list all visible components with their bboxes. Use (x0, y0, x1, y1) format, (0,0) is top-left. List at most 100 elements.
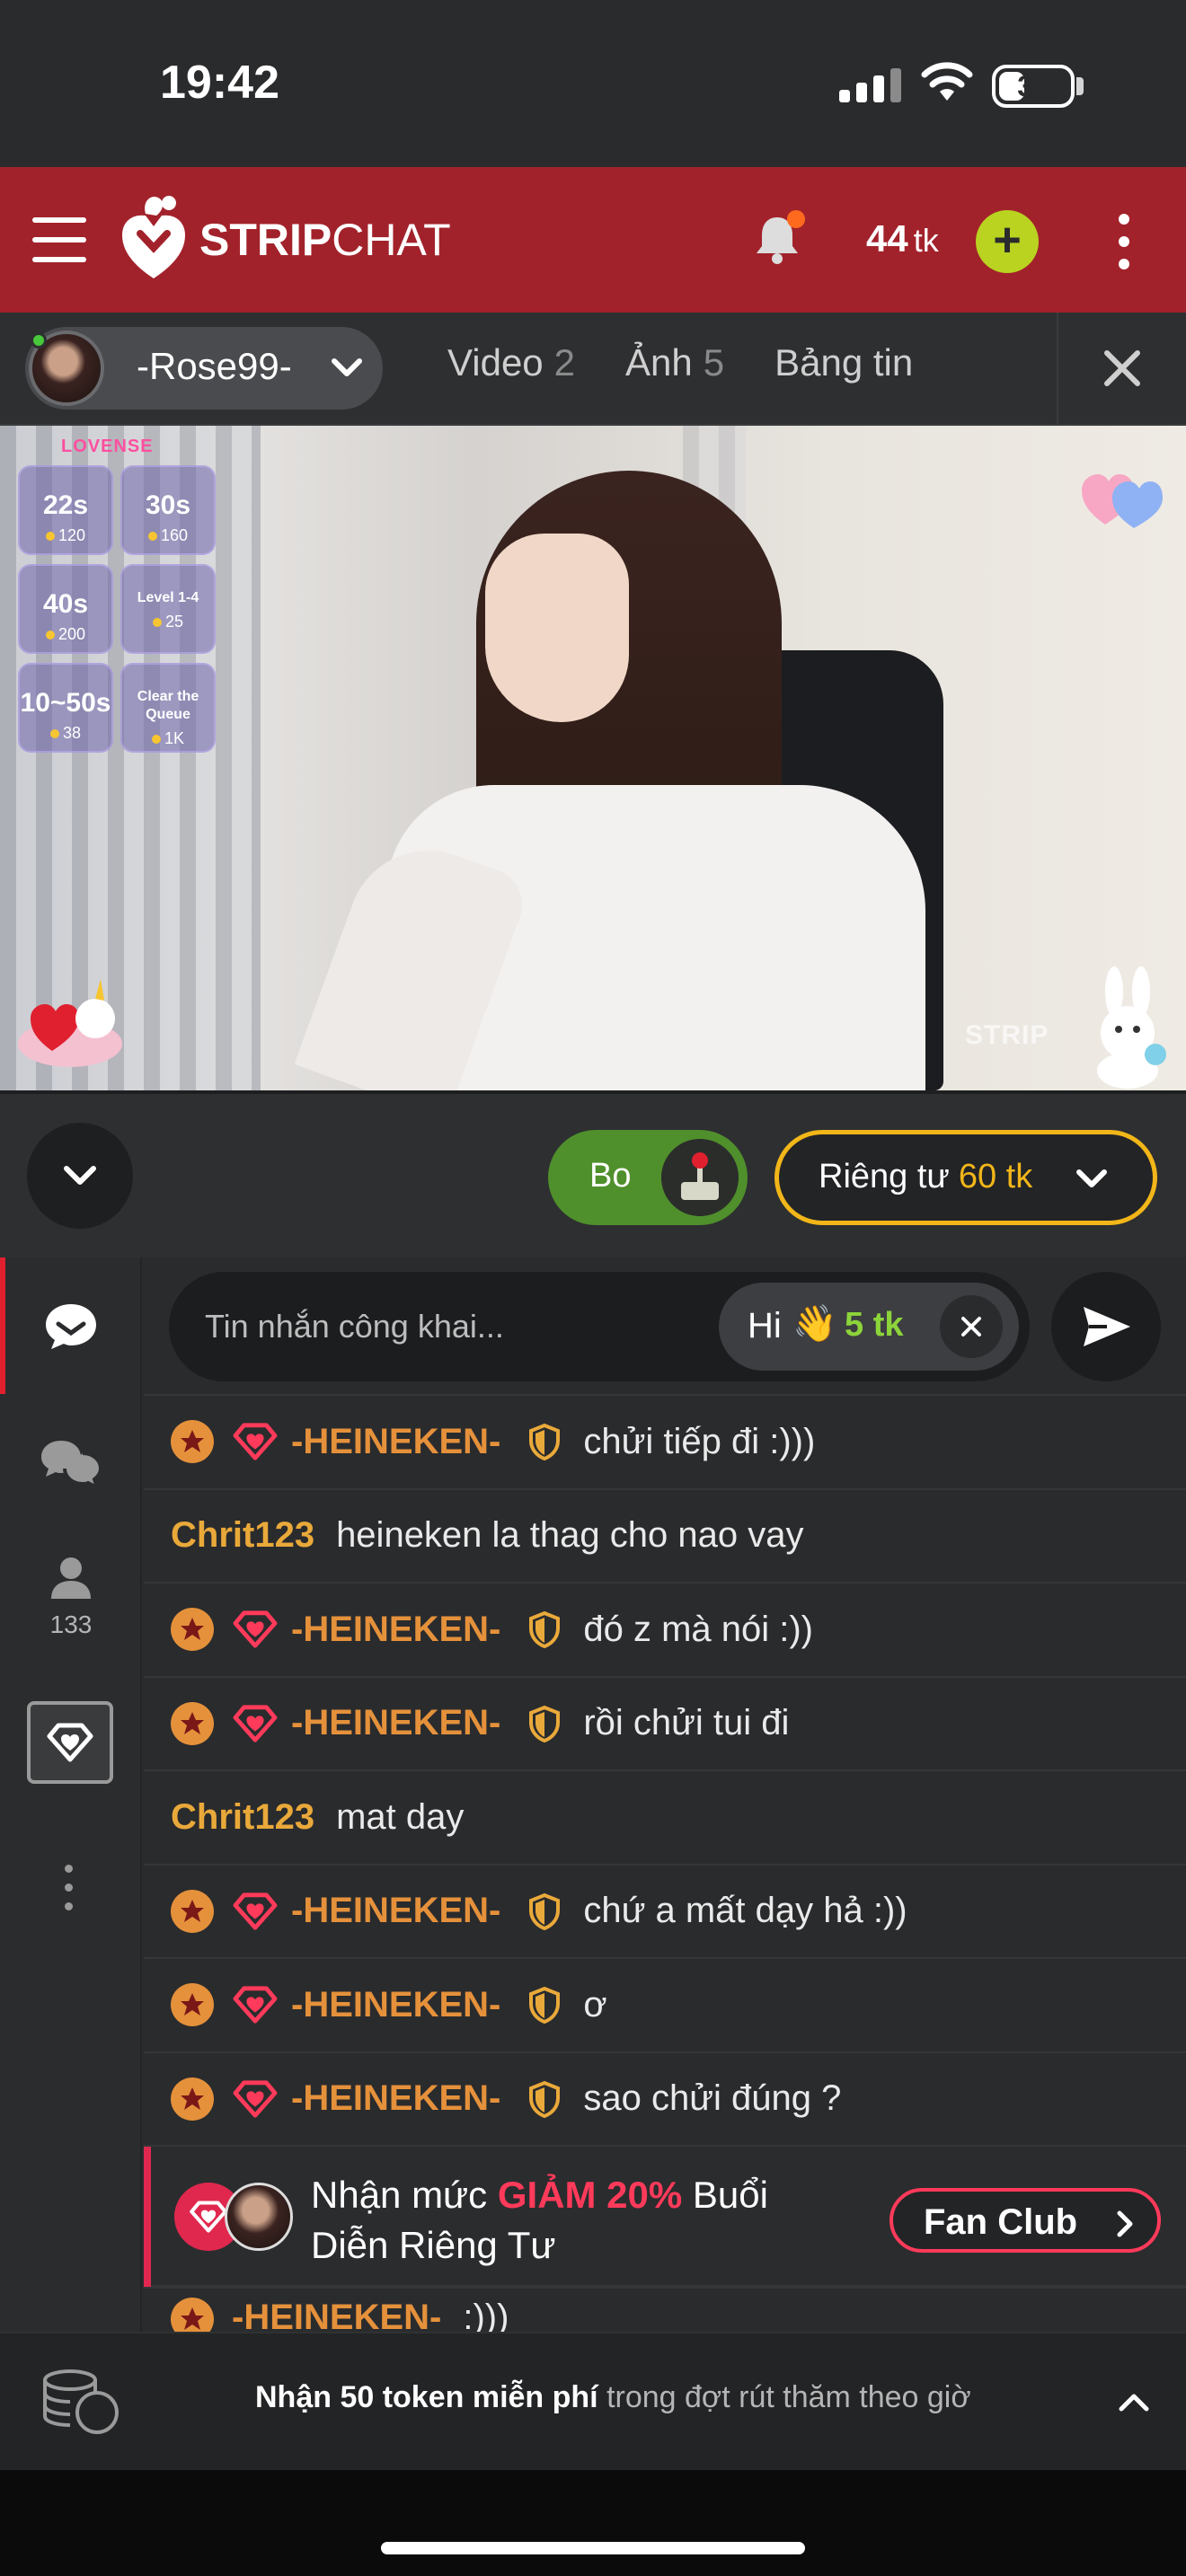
send-button[interactable] (1051, 1272, 1161, 1381)
chat-username[interactable]: -HEINEKEN- (291, 1891, 500, 1931)
tip-tile[interactable]: 30s 160 (120, 465, 216, 555)
fan-club-diamond-icon (232, 1422, 279, 1461)
chevron-down-icon (332, 358, 362, 376)
lovense-label: LOVENSE (61, 437, 154, 456)
home-indicator-area (0, 2470, 1186, 2576)
fan-club-tab[interactable] (27, 1701, 113, 1784)
tip-tile[interactable]: 10~50s 38 (18, 663, 113, 753)
star-badge-icon (171, 2077, 214, 2121)
star-badge-icon (171, 1889, 214, 1933)
chat-username[interactable]: Chrit123 (171, 1797, 314, 1838)
fan-club-diamond-icon (232, 1610, 279, 1649)
fan-club-diamond-icon (232, 2079, 279, 2119)
chevron-up-icon[interactable] (1116, 2387, 1152, 2416)
fan-club-button[interactable]: Fan Club (890, 2188, 1161, 2253)
shield-icon (527, 1892, 562, 1930)
chat-message-input[interactable] (205, 1295, 654, 1358)
shield-icon (527, 2080, 562, 2118)
tip-tile[interactable]: 40s 200 (18, 564, 113, 654)
star-badge-icon (171, 1420, 214, 1463)
chat-text: đó z mà nói :)) (583, 1609, 813, 1649)
chat-username[interactable]: -HEINEKEN- (291, 1610, 500, 1650)
online-status-dot (31, 332, 47, 348)
users-count: 133 (49, 1610, 93, 1638)
chat-text: heineken la thag cho nao vay (336, 1515, 804, 1555)
more-tabs-icon[interactable] (65, 1865, 73, 1910)
shield-icon (527, 1423, 562, 1460)
chat-username[interactable]: -HEINEKEN- (291, 1422, 500, 1462)
free-tokens-banner[interactable]: Nhận 50 token miễn phí trong đợt rút thă… (0, 2332, 1186, 2470)
stripchat-logo-icon[interactable] (115, 189, 192, 287)
chat-message: Chrit123 heineken la thag cho nao vay (144, 1487, 1186, 1582)
users-tab[interactable]: 133 (0, 1554, 142, 1639)
stream-controls: Bo Riêng tư 60 tk (0, 1090, 1186, 1257)
shield-icon (527, 1610, 562, 1648)
star-badge-icon (171, 1701, 214, 1745)
battery-level: 31 (1017, 69, 1049, 102)
chat-text: chửi tiếp đi :))) (583, 1421, 816, 1461)
close-model-bar-button[interactable] (1057, 313, 1186, 424)
dismiss-chip-button[interactable] (940, 1295, 1003, 1358)
tip-tile[interactable]: Clear the Queue 1K (120, 663, 216, 753)
chat-username[interactable]: -HEINEKEN- (291, 1985, 500, 2025)
chat-text: sao chửi đúng ? (583, 2078, 842, 2118)
private-show-button[interactable]: Riêng tư 60 tk (774, 1130, 1157, 1225)
wifi-icon (921, 62, 973, 101)
send-icon (1084, 1307, 1130, 1346)
chevron-down-icon (64, 1166, 96, 1185)
chat-bubble-icon (46, 1304, 96, 1349)
star-badge-icon (171, 1983, 214, 2026)
tab-video[interactable]: Video 2 (447, 341, 575, 384)
model-tabs: Video 2 Ảnh 5 Bảng tin (447, 341, 963, 384)
chat-message: -HEINEKEN-đó z mà nói :)) (144, 1582, 1186, 1675)
chat-message: Chrit123 mat day (144, 1769, 1186, 1863)
quick-tip-chip[interactable]: Hi 👋 5 tk (719, 1283, 1019, 1371)
waving-hand-icon: 👋 (792, 1304, 837, 1344)
status-time: 19:42 (160, 57, 279, 109)
tip-tile[interactable]: Level 1-4 25 (120, 564, 216, 654)
close-icon (961, 1317, 981, 1337)
stream-watermark: STRIP (965, 1020, 1049, 1050)
public-chat-tab[interactable] (0, 1301, 142, 1355)
collapse-video-button[interactable] (27, 1123, 133, 1229)
chat-message: -HEINEKEN-sao chửi đúng ? (144, 2051, 1186, 2145)
diamond-heart-icon (47, 1723, 93, 1762)
fan-club-diamond-icon (232, 1892, 279, 1931)
tab-photos[interactable]: Ảnh 5 (625, 341, 724, 384)
buy-tokens-button[interactable]: + (976, 210, 1039, 273)
diamond-heart-icon (190, 2201, 227, 2233)
banner-text: Nhận 50 token miễn phí trong đợt rút thă… (255, 2380, 971, 2414)
chevron-down-icon (1076, 1169, 1107, 1187)
home-indicator[interactable] (381, 2542, 805, 2554)
menu-icon[interactable] (32, 217, 86, 262)
star-badge-icon (171, 2298, 214, 2332)
battery-icon: 31 (992, 65, 1075, 108)
model-name: -Rose99- (137, 345, 292, 387)
game-button[interactable]: Bo (548, 1130, 748, 1225)
status-bar: 19:42 31 (0, 0, 1186, 167)
chat-username[interactable]: -HEINEKEN- (291, 2078, 500, 2119)
cellular-signal-icon (839, 66, 901, 102)
shield-icon (527, 1705, 562, 1742)
star-badge-icon (171, 1608, 214, 1651)
chat-message: -HEINEKEN-ơ (144, 1957, 1186, 2051)
model-avatar (225, 2183, 293, 2251)
model-selector[interactable]: -Rose99- (25, 327, 383, 410)
fan-club-diamond-icon (232, 1985, 279, 2025)
chat-username[interactable]: Chrit123 (171, 1515, 314, 1556)
tab-feed[interactable]: Bảng tin (774, 341, 913, 384)
chat-panel: Hi 👋 5 tk -HEINEKEN-chửi tiếp đi :))) Chr… (144, 1257, 1186, 2332)
hearts-sticker-icon (1082, 474, 1163, 528)
chat-text: mat day (336, 1796, 465, 1837)
chat-text: rồi chửi tui đi (583, 1703, 790, 1742)
chat-username[interactable]: -HEINEKEN- (291, 1703, 500, 1743)
more-options-icon[interactable] (1118, 214, 1130, 269)
token-balance[interactable]: 44 tk (866, 217, 939, 260)
tip-tile[interactable]: 22s 120 (18, 465, 113, 555)
joystick-icon (661, 1139, 739, 1216)
private-messages-tab[interactable] (0, 1437, 142, 1495)
video-player[interactable]: LOVENSE 22s 120 30s 160 40s 200 Level 1-4 25… (0, 426, 1186, 1090)
user-icon (51, 1557, 91, 1599)
chat-text: chứ a mất dạy hả :)) (583, 1891, 907, 1930)
close-icon (1104, 350, 1140, 386)
